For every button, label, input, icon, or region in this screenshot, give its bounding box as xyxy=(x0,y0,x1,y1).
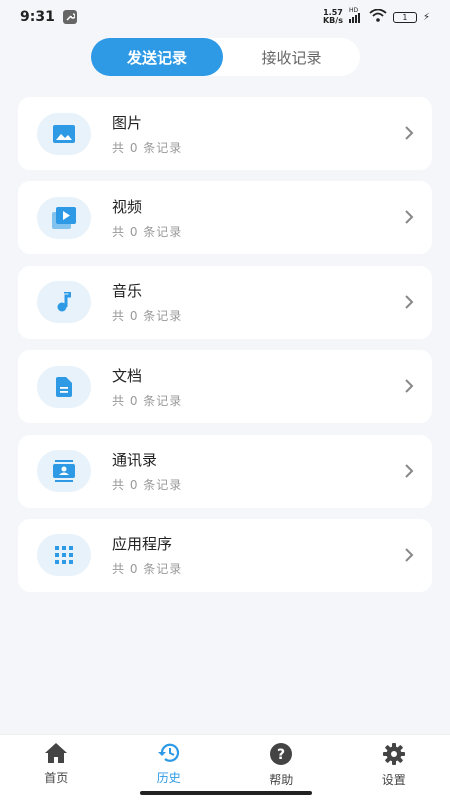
status-bar: 9:31 1.57 KB/s HD 1 ⚡ xyxy=(0,0,450,34)
nav-home[interactable]: 首页 xyxy=(0,735,113,801)
list-item-title: 通讯录 xyxy=(112,449,182,470)
signal-hd-label: HD xyxy=(349,7,358,14)
chevron-right-icon xyxy=(404,125,414,145)
chevron-right-icon xyxy=(404,378,414,398)
status-left: 9:31 xyxy=(20,9,77,25)
history-icon xyxy=(158,743,180,766)
music-icon xyxy=(37,281,91,323)
list-item-videos[interactable]: 视频 共 0 条记录 xyxy=(18,181,432,254)
nav-label: 帮助 xyxy=(269,771,293,788)
contacts-icon xyxy=(37,450,91,492)
record-tabs: 发送记录 接收记录 xyxy=(91,38,360,76)
video-icon xyxy=(37,197,91,239)
list-item-title: 音乐 xyxy=(112,280,182,301)
list-item-count: 共 0 条记录 xyxy=(112,307,182,324)
list-item-title: 图片 xyxy=(112,112,182,133)
list-item-title: 视频 xyxy=(112,196,182,217)
apps-grid-icon xyxy=(37,534,91,576)
nav-label: 首页 xyxy=(44,769,68,786)
battery-icon: 1 xyxy=(393,12,417,23)
home-icon xyxy=(45,743,67,766)
list-item-contacts[interactable]: 通讯录 共 0 条记录 xyxy=(18,435,432,508)
gear-icon xyxy=(383,743,405,768)
chevron-right-icon xyxy=(404,294,414,314)
wifi-icon xyxy=(369,9,387,26)
signal-icon: HD xyxy=(349,11,363,23)
list-item-documents[interactable]: 文档 共 0 条记录 xyxy=(18,350,432,423)
image-icon xyxy=(37,113,91,155)
record-category-list: 图片 共 0 条记录 视频 共 0 条记录 音乐 共 0 条记录 xyxy=(18,97,432,603)
list-item-count: 共 0 条记录 xyxy=(112,392,182,409)
list-item-count: 共 0 条记录 xyxy=(112,139,182,156)
list-item-title: 文档 xyxy=(112,365,182,386)
list-item-images[interactable]: 图片 共 0 条记录 xyxy=(18,97,432,170)
home-indicator[interactable] xyxy=(140,791,312,795)
status-time: 9:31 xyxy=(20,9,55,25)
list-item-title: 应用程序 xyxy=(112,533,182,554)
chevron-right-icon xyxy=(404,547,414,567)
nav-label: 历史 xyxy=(157,769,181,786)
tab-send-records[interactable]: 发送记录 xyxy=(91,38,223,76)
list-item-count: 共 0 条记录 xyxy=(112,476,182,493)
list-item-apps[interactable]: 应用程序 共 0 条记录 xyxy=(18,519,432,592)
nav-label: 设置 xyxy=(382,771,406,788)
wrench-icon xyxy=(63,10,77,24)
network-speed-unit: KB/s xyxy=(323,17,343,25)
network-speed: 1.57 KB/s xyxy=(323,9,343,25)
nav-settings[interactable]: 设置 xyxy=(338,735,450,801)
battery-level: 1 xyxy=(402,13,407,22)
list-item-count: 共 0 条记录 xyxy=(112,560,182,577)
help-icon: ? xyxy=(270,743,292,768)
svg-text:?: ? xyxy=(277,747,285,763)
list-item-music[interactable]: 音乐 共 0 条记录 xyxy=(18,266,432,339)
charging-icon: ⚡ xyxy=(423,12,430,23)
document-icon xyxy=(37,366,91,408)
status-right: 1.57 KB/s HD 1 ⚡ xyxy=(323,9,430,26)
tab-receive-records[interactable]: 接收记录 xyxy=(223,38,360,76)
list-item-count: 共 0 条记录 xyxy=(112,223,182,240)
chevron-right-icon xyxy=(404,209,414,229)
chevron-right-icon xyxy=(404,463,414,483)
